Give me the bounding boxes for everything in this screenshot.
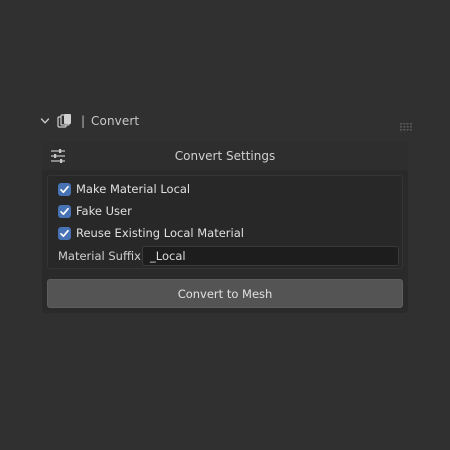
make-material-local-checkbox[interactable] [58,182,71,196]
settings-subpanel-header[interactable]: Convert Settings [42,142,408,170]
fake-user-label: Fake User [76,204,132,218]
reuse-existing-material-row[interactable]: Reuse Existing Local Material [58,224,244,242]
drag-handle-icon[interactable] [400,116,412,131]
convert-panel-body: Convert Settings Make Material Local Fak… [42,142,408,313]
make-material-local-row[interactable]: Make Material Local [58,180,190,198]
blender-panel-area: | Convert Convert Settings Make Material… [0,0,450,450]
material-suffix-row: Material Suffix: _Local [48,245,402,267]
reuse-existing-material-checkbox[interactable] [58,226,71,240]
fake-user-row[interactable]: Fake User [58,202,132,220]
convert-to-mesh-button[interactable]: Convert to Mesh [47,279,403,308]
panel-title: Convert [91,114,140,128]
header-separator: | [81,114,86,128]
node-tree-icon [57,113,73,129]
material-suffix-label: Material Suffix: [58,249,145,263]
panel-header[interactable]: | Convert [38,110,412,132]
material-suffix-input[interactable]: _Local [142,246,399,266]
fake-user-checkbox[interactable] [58,204,71,218]
chevron-down-icon[interactable] [39,115,51,127]
reuse-existing-material-label: Reuse Existing Local Material [76,226,244,240]
settings-options-box: Make Material Local Fake User Reuse Exis… [47,175,403,269]
settings-title: Convert Settings [174,149,276,163]
make-material-local-label: Make Material Local [76,182,191,196]
